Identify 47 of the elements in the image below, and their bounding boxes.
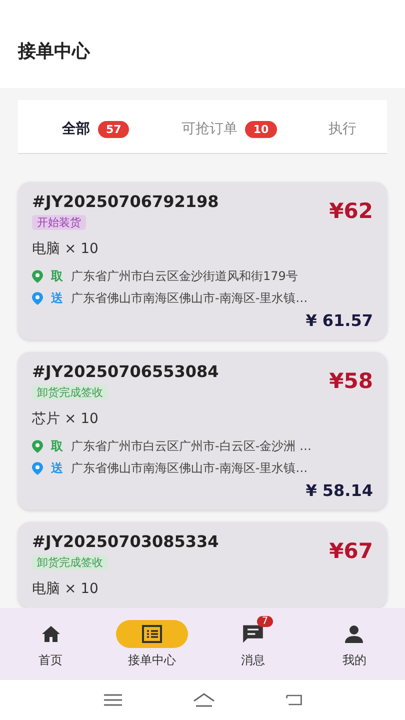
person-icon <box>344 624 364 642</box>
nav-item[interactable]: 我的 <box>309 618 400 670</box>
order-price: ¥62 <box>329 199 373 223</box>
stop-label: 送 <box>51 290 63 307</box>
stop-label: 送 <box>51 460 63 477</box>
tab[interactable]: 执行 <box>302 120 383 153</box>
notification-badge: 7 <box>256 616 274 626</box>
order-amount: ¥ 61.57 <box>306 311 373 330</box>
status-tag: 卸货完成签收 <box>32 555 108 570</box>
status-tag: 开始装货 <box>32 215 86 230</box>
address-text: 广东省佛山市南海区佛山市-南海区-里水镇… <box>71 290 308 307</box>
order-card[interactable]: #JY20250706792198 开始装货 ¥62 电脑 × 10 取 广东省广州市白云区金沙街道风和街179号 送 广东省佛山市南海区佛山市-南海区-里水镇… ¥ 61.57 <box>18 182 387 340</box>
order-number: #JY20250706553084 <box>32 362 219 381</box>
order-card[interactable]: #JY20250703085334 卸货完成签收 ¥67 电脑 × 10 <box>18 522 387 608</box>
nav-item[interactable]: 首页 <box>6 618 96 670</box>
location-pin-icon <box>32 270 43 283</box>
count-badge: 57 <box>98 120 130 138</box>
status-tag: 卸货完成签收 <box>32 385 108 400</box>
order-amount: ¥ 58.14 <box>306 481 373 500</box>
tab[interactable]: 全部 57 <box>36 120 156 153</box>
goods-text: 电脑 × 10 <box>32 580 100 598</box>
chat-icon <box>242 624 264 644</box>
order-number: #JY20250703085334 <box>32 532 219 551</box>
order-card[interactable]: #JY20250706553084 卸货完成签收 ¥58 芯片 × 10 取 广东省广州市白云区广州市-白云区-金沙洲 … 送 广东省佛山市南海区佛山市-南海区-里水镇… ¥ 58.14 <box>18 352 387 510</box>
address-text: 广东省广州市白云区广州市-白云区-金沙洲 … <box>71 438 312 455</box>
home-icon <box>40 624 61 642</box>
menu-icon[interactable] <box>102 693 122 707</box>
location-pin-icon <box>32 440 43 453</box>
location-pin-icon <box>32 292 43 305</box>
stop-label: 取 <box>51 268 63 285</box>
tab[interactable]: 可抢订单 10 <box>155 120 303 153</box>
nav-item[interactable]: 7 消息 <box>208 618 298 670</box>
home-icon[interactable] <box>192 693 214 707</box>
back-icon[interactable] <box>284 693 302 707</box>
page-title: 接单中心 <box>18 40 90 63</box>
nav-item[interactable]: 接单中心 <box>106 618 197 670</box>
address-text: 广东省广州市白云区金沙街道风和街179号 <box>71 268 298 285</box>
stop-label: 取 <box>51 438 63 455</box>
order-number: #JY20250706792198 <box>32 192 219 211</box>
count-badge: 10 <box>245 120 277 138</box>
goods-text: 电脑 × 10 <box>32 240 100 258</box>
list-icon <box>142 624 162 642</box>
order-price: ¥67 <box>329 539 373 563</box>
address-text: 广东省佛山市南海区佛山市-南海区-里水镇… <box>71 460 308 477</box>
order-price: ¥58 <box>329 369 373 393</box>
goods-text: 芯片 × 10 <box>32 410 100 428</box>
location-pin-icon <box>32 462 43 475</box>
